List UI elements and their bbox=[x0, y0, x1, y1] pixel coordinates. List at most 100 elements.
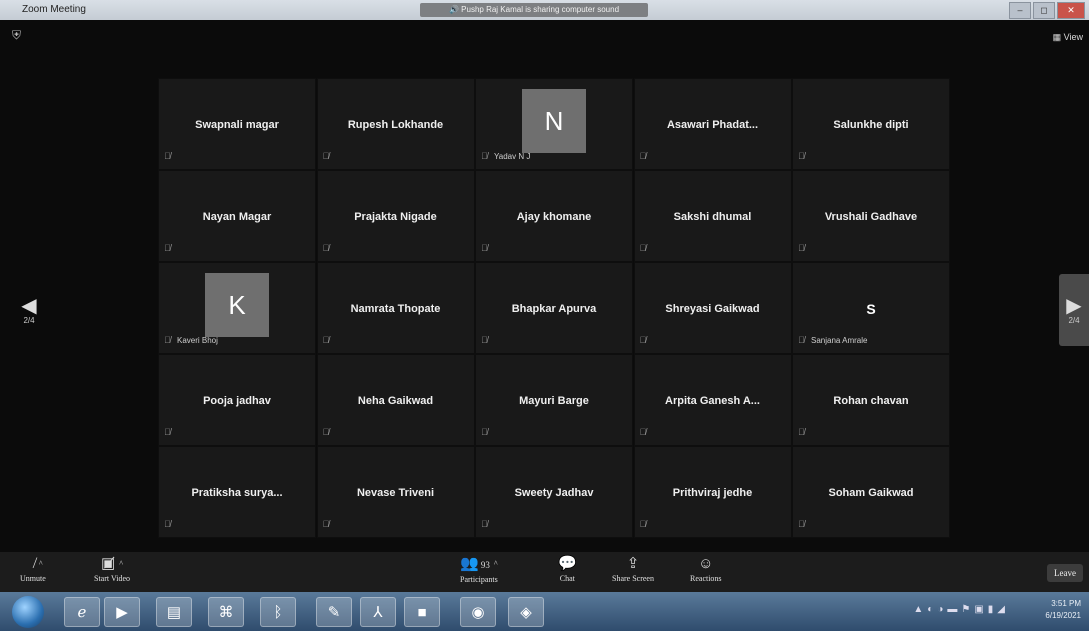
participant-tile[interactable]: Neha Gaikwad 🎙̸ bbox=[316, 354, 475, 446]
chat-button[interactable]: 💬 Chat bbox=[558, 554, 577, 583]
participant-tile[interactable]: N 🎙̸ Yadav N J bbox=[475, 78, 633, 170]
paint-taskbar-icon[interactable]: ✎ bbox=[316, 597, 352, 627]
participants-count: 93 bbox=[480, 560, 490, 570]
file-explorer-taskbar-icon[interactable]: ▤ bbox=[156, 597, 192, 627]
start-button[interactable] bbox=[12, 596, 44, 628]
muted-mic-icon: 🎙̸ bbox=[481, 151, 488, 161]
participant-tile[interactable]: Pratiksha surya... 🎙̸ bbox=[158, 446, 316, 538]
muted-mic-icon: 🎙̸ bbox=[322, 519, 330, 529]
participants-button[interactable]: 👥 93 ^ Participants bbox=[460, 554, 498, 584]
participant-name: Bhapkar Apurva bbox=[511, 303, 597, 315]
participant-grid: Swapnali magar 🎙̸ Rupesh Lokhande 🎙̸ N 🎙̸ Yada… bbox=[158, 78, 950, 538]
participant-name: Pratiksha surya... bbox=[191, 487, 283, 499]
participant-tile[interactable]: Nayan Magar 🎙̸ bbox=[158, 170, 316, 262]
participant-label: Yadav N J bbox=[494, 152, 531, 161]
minimize-button[interactable]: – bbox=[1009, 2, 1031, 19]
participant-name: Vrushali Gadhave bbox=[824, 211, 918, 223]
participant-tile[interactable]: Arpita Ganesh A... 🎙̸ bbox=[633, 354, 792, 446]
muted-mic-icon: 🎙̸ bbox=[798, 151, 805, 161]
unmute-label: Unmute bbox=[20, 574, 46, 583]
shield-icon[interactable]: ⛨ bbox=[12, 28, 21, 43]
chat-label: Chat bbox=[559, 574, 575, 583]
muted-mic-icon: 🎙̸ bbox=[164, 335, 171, 345]
app-taskbar-icon[interactable]: ◈ bbox=[508, 597, 544, 627]
muted-mic-icon: 🎙̸ bbox=[798, 335, 805, 345]
muted-mic-icon: 🎙̸ bbox=[639, 335, 647, 345]
share-screen-label: Share Screen bbox=[612, 574, 654, 583]
zoom-taskbar-icon[interactable]: ■ bbox=[404, 597, 440, 627]
view-button-label: View bbox=[1063, 32, 1083, 42]
reactions-label: Reactions bbox=[690, 574, 722, 583]
window-controls: – ◻ ✕ bbox=[1009, 2, 1085, 19]
muted-mic-icon: 🎙̸ bbox=[798, 243, 805, 253]
network-taskbar-icon[interactable]: ⌘ bbox=[208, 597, 244, 627]
participant-tile[interactable]: K 🎙̸ Kaveri Bhoj bbox=[158, 262, 316, 354]
participant-tile[interactable]: Namrata Thopate 🎙̸ bbox=[316, 262, 475, 354]
page-indicator-right: 2/4 bbox=[1068, 315, 1080, 325]
participant-tile[interactable]: Bhapkar Apurva 🎙̸ bbox=[475, 262, 633, 354]
participant-tile[interactable]: Prajakta Nigade 🎙̸ bbox=[316, 170, 475, 262]
grid-icon: ▦ bbox=[1052, 32, 1064, 42]
participant-tile[interactable]: Mayuri Barge 🎙̸ bbox=[475, 354, 633, 446]
participant-name: Rupesh Lokhande bbox=[347, 119, 444, 131]
participant-tile[interactable]: Sakshi dhumal 🎙̸ bbox=[633, 170, 792, 262]
sharing-sound-notice-text: Pushp Raj Kamal is sharing computer soun… bbox=[461, 5, 620, 14]
view-button[interactable]: ▦ View bbox=[1053, 32, 1083, 43]
window-title: Zoom Meeting bbox=[22, 4, 86, 15]
close-button[interactable]: ✕ bbox=[1057, 2, 1085, 19]
participant-tile[interactable]: Swapnali magar 🎙̸ bbox=[158, 78, 316, 170]
participant-tile[interactable]: Pooja jadhav 🎙̸ bbox=[158, 354, 316, 446]
participant-name: Prajakta Nigade bbox=[354, 211, 437, 223]
participant-name: Nayan Magar bbox=[202, 211, 272, 223]
meeting-toolbar: 🎙̸ ^ Unmute ▣̸ ^ Start Video 👥 93 ^ Particip… bbox=[0, 552, 1089, 592]
chrome-taskbar-icon[interactable]: ◉ bbox=[460, 597, 496, 627]
participant-name: Salunkhe dipti bbox=[833, 119, 909, 131]
title-bar: Zoom Meeting 🔊 Pushp Raj Kamal is sharin… bbox=[0, 0, 1089, 20]
start-video-button[interactable]: ▣̸ ^ Start Video bbox=[94, 554, 130, 583]
participant-tile[interactable]: Salunkhe dipti 🎙̸ bbox=[792, 78, 950, 170]
muted-mic-icon: 🎙̸ bbox=[322, 335, 330, 345]
participant-tile[interactable]: Vrushali Gadhave 🎙̸ bbox=[792, 170, 950, 262]
muted-mic-icon: 🎙̸ bbox=[481, 335, 488, 345]
participant-tile[interactable]: Rupesh Lokhande 🎙̸ bbox=[316, 78, 475, 170]
avatar: K bbox=[205, 273, 269, 337]
maximize-button[interactable]: ◻ bbox=[1033, 2, 1055, 19]
pdf-reader-taskbar-icon[interactable]: ⅄ bbox=[360, 597, 396, 627]
clock-date: 6/19/2021 bbox=[1045, 611, 1081, 620]
participant-name: Arpita Ganesh A... bbox=[665, 395, 760, 407]
system-tray-icons[interactable]: ▲◐◑▬⚑▣▮◢ bbox=[913, 604, 1009, 615]
muted-mic-icon: 🎙̸ bbox=[639, 519, 647, 529]
participant-tile[interactable]: Shreyasi Gaikwad 🎙̸ bbox=[633, 262, 792, 354]
avatar: N bbox=[522, 89, 586, 153]
left-arrow-icon: ◀ bbox=[21, 294, 37, 317]
muted-mic-icon: 🎙̸ bbox=[164, 427, 171, 437]
page-indicator-left: 2/4 bbox=[23, 315, 35, 325]
share-screen-icon: ⇪ bbox=[626, 556, 640, 572]
participant-tile[interactable]: Prithviraj jedhe 🎙̸ bbox=[633, 446, 792, 538]
participant-tile[interactable]: Nevase Triveni 🎙̸ bbox=[316, 446, 475, 538]
participant-tile[interactable]: Rohan chavan 🎙̸ bbox=[792, 354, 950, 446]
reactions-button[interactable]: ☺ Reactions bbox=[690, 554, 722, 583]
share-screen-button[interactable]: ⇪ Share Screen bbox=[612, 554, 654, 583]
ie-taskbar-icon[interactable]: ℯ bbox=[64, 597, 100, 627]
participant-tile[interactable]: Asawari Phadat... 🎙̸ bbox=[633, 78, 792, 170]
participant-tile[interactable]: Sweety Jadhav 🎙̸ bbox=[475, 446, 633, 538]
previous-page-button[interactable]: ◀ 2/4 bbox=[14, 274, 44, 346]
participant-name: Namrata Thopate bbox=[350, 303, 441, 315]
participant-tile[interactable]: Ajay khomane 🎙̸ bbox=[475, 170, 633, 262]
muted-mic-icon: 🎙̸ bbox=[322, 151, 330, 161]
video-off-icon: ▣̸ ^ bbox=[101, 556, 123, 572]
participant-tile[interactable]: Soham Gaikwad 🎙̸ bbox=[792, 446, 950, 538]
video-area: ⛨ ▦ View ◀ 2/4 ▶ 2/4 Swapnali magar 🎙̸ Rup… bbox=[0, 20, 1089, 552]
participant-name: Swapnali magar bbox=[195, 119, 279, 131]
participant-name: Ajay khomane bbox=[516, 211, 592, 223]
participant-name: Sakshi dhumal bbox=[673, 211, 752, 223]
unmute-button[interactable]: 🎙̸ ^ Unmute bbox=[20, 554, 46, 583]
media-player-taskbar-icon[interactable]: ▶ bbox=[104, 597, 140, 627]
chat-icon: 💬 bbox=[558, 556, 577, 572]
leave-button[interactable]: Leave bbox=[1047, 564, 1083, 582]
bluetooth-taskbar-icon[interactable]: ᛒ bbox=[260, 597, 296, 627]
next-page-button[interactable]: ▶ 2/4 bbox=[1059, 274, 1089, 346]
clock[interactable]: 3:51 PM 6/19/2021 bbox=[1045, 598, 1081, 622]
participant-tile[interactable]: S 🎙̸ Sanjana Amrale bbox=[792, 262, 950, 354]
